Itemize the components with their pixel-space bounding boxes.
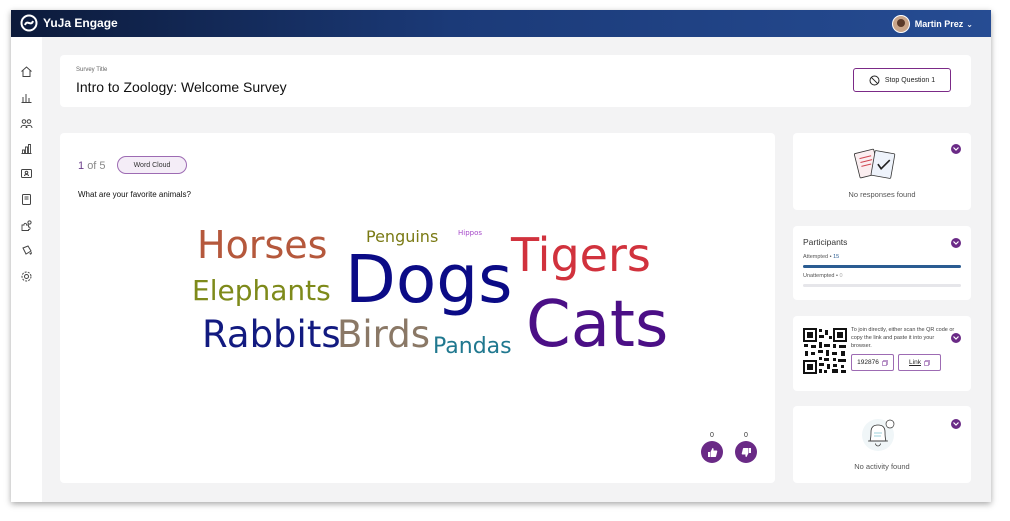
chevron-down-icon bbox=[953, 241, 959, 245]
participants-title: Participants bbox=[803, 237, 848, 247]
bell-icon bbox=[862, 419, 895, 451]
access-code-button[interactable]: 192876 bbox=[851, 354, 894, 371]
thumbs-up-icon bbox=[707, 447, 717, 457]
chevron-down-icon bbox=[953, 147, 959, 151]
copy-icon bbox=[924, 359, 930, 366]
question-text: What are your favorite animals? bbox=[78, 190, 191, 199]
responses-panel: No responses found bbox=[793, 133, 971, 210]
participants-expand-button[interactable] bbox=[951, 238, 961, 248]
stop-icon bbox=[869, 75, 880, 85]
analytics-icon[interactable] bbox=[20, 142, 33, 155]
survey-title-label: Survey Title bbox=[76, 67, 108, 73]
stop-question-button[interactable]: Stop Question 1 bbox=[853, 68, 951, 92]
cloud-word-hippos: Hippos bbox=[458, 229, 483, 237]
app-name: YuJa Engage bbox=[43, 16, 118, 30]
cloud-word-pandas: Pandas bbox=[433, 334, 512, 359]
cloud-word-cats: Cats bbox=[526, 288, 669, 362]
people-icon[interactable] bbox=[20, 117, 33, 130]
responses-expand-button[interactable] bbox=[951, 144, 961, 154]
copy-icon bbox=[881, 359, 888, 366]
chevron-down-icon bbox=[953, 422, 959, 426]
paint-bucket-icon[interactable] bbox=[20, 244, 33, 257]
top-bar: YuJa Engage Martin Prez ⌄ bbox=[11, 10, 991, 37]
user-name: Martin Prez bbox=[914, 19, 964, 29]
join-panel: To join directly, either scan the QR cod… bbox=[793, 316, 971, 391]
survey-title: Intro to Zoology: Welcome Survey bbox=[76, 79, 287, 95]
chevron-down-icon bbox=[953, 336, 959, 340]
join-link-button[interactable]: Link bbox=[898, 354, 941, 371]
cloud-word-elephants: Elephants bbox=[192, 274, 331, 307]
documents-icon bbox=[853, 148, 896, 179]
join-link-label: Link bbox=[909, 359, 921, 366]
access-code: 192876 bbox=[857, 359, 879, 366]
attempted-progress-bar bbox=[803, 265, 961, 268]
unattempted-stat: Unattempted • 0 bbox=[803, 273, 843, 279]
user-menu[interactable]: Martin Prez ⌄ bbox=[891, 15, 973, 33]
dislikes-count: 0 bbox=[744, 432, 748, 439]
attempted-count: 15 bbox=[833, 254, 840, 260]
qr-code[interactable] bbox=[803, 328, 847, 374]
no-responses-text: No responses found bbox=[848, 190, 916, 199]
id-card-icon[interactable] bbox=[20, 167, 33, 180]
cloud-word-horses: Horses bbox=[197, 223, 328, 267]
app-window: YuJa Engage Martin Prez ⌄ Survey Title I… bbox=[11, 10, 991, 502]
stop-question-label: Stop Question 1 bbox=[884, 76, 936, 84]
question-counter: 1 of 5 bbox=[78, 160, 106, 172]
unattempted-count: 0 bbox=[839, 273, 843, 279]
join-expand-button[interactable] bbox=[951, 333, 961, 343]
avatar bbox=[891, 15, 910, 33]
attempted-stat: Attempted • 15 bbox=[803, 254, 840, 260]
activity-expand-button[interactable] bbox=[951, 419, 961, 429]
cloud-word-tigers: Tigers bbox=[511, 228, 651, 282]
question-total: of 5 bbox=[87, 160, 106, 172]
sidebar bbox=[11, 37, 42, 502]
app-logo[interactable]: YuJa Engage bbox=[19, 14, 118, 32]
cloud-word-dogs: Dogs bbox=[345, 241, 513, 318]
cloud-word-rabbits: Rabbits bbox=[202, 313, 341, 356]
thumbs-down-button[interactable] bbox=[735, 441, 757, 463]
chevron-down-icon: ⌄ bbox=[966, 19, 973, 29]
participants-panel: Participants Attempted • 15 Unattempted … bbox=[793, 226, 971, 300]
no-activity-text: No activity found bbox=[854, 462, 910, 471]
join-instructions: To join directly, either scan the QR cod… bbox=[851, 327, 955, 349]
question-type-badge: Word Cloud bbox=[117, 156, 187, 174]
likes-count: 0 bbox=[710, 432, 714, 439]
yuja-logo-icon bbox=[20, 14, 38, 32]
gear-icon[interactable] bbox=[20, 270, 33, 283]
thumbs-down-icon bbox=[741, 447, 751, 457]
question-current: 1 bbox=[78, 160, 85, 172]
book-icon[interactable] bbox=[20, 193, 33, 206]
survey-title-card: Survey Title Intro to Zoology: Welcome S… bbox=[60, 55, 971, 107]
cloud-word-birds: Birds bbox=[337, 313, 430, 356]
puzzle-icon[interactable] bbox=[20, 219, 33, 232]
thumbs-up-button[interactable] bbox=[701, 441, 723, 463]
activity-panel: No activity found bbox=[793, 406, 971, 483]
attempted-label: Attempted bbox=[803, 254, 829, 260]
unattempted-label: Unattempted bbox=[803, 273, 835, 279]
home-icon[interactable] bbox=[20, 65, 33, 78]
unattempted-progress-bar bbox=[803, 284, 961, 287]
bar-chart-icon[interactable] bbox=[20, 91, 33, 104]
attempted-progress-fill bbox=[803, 265, 961, 268]
question-card: 1 of 5 Word Cloud What are your favorite… bbox=[60, 133, 775, 483]
